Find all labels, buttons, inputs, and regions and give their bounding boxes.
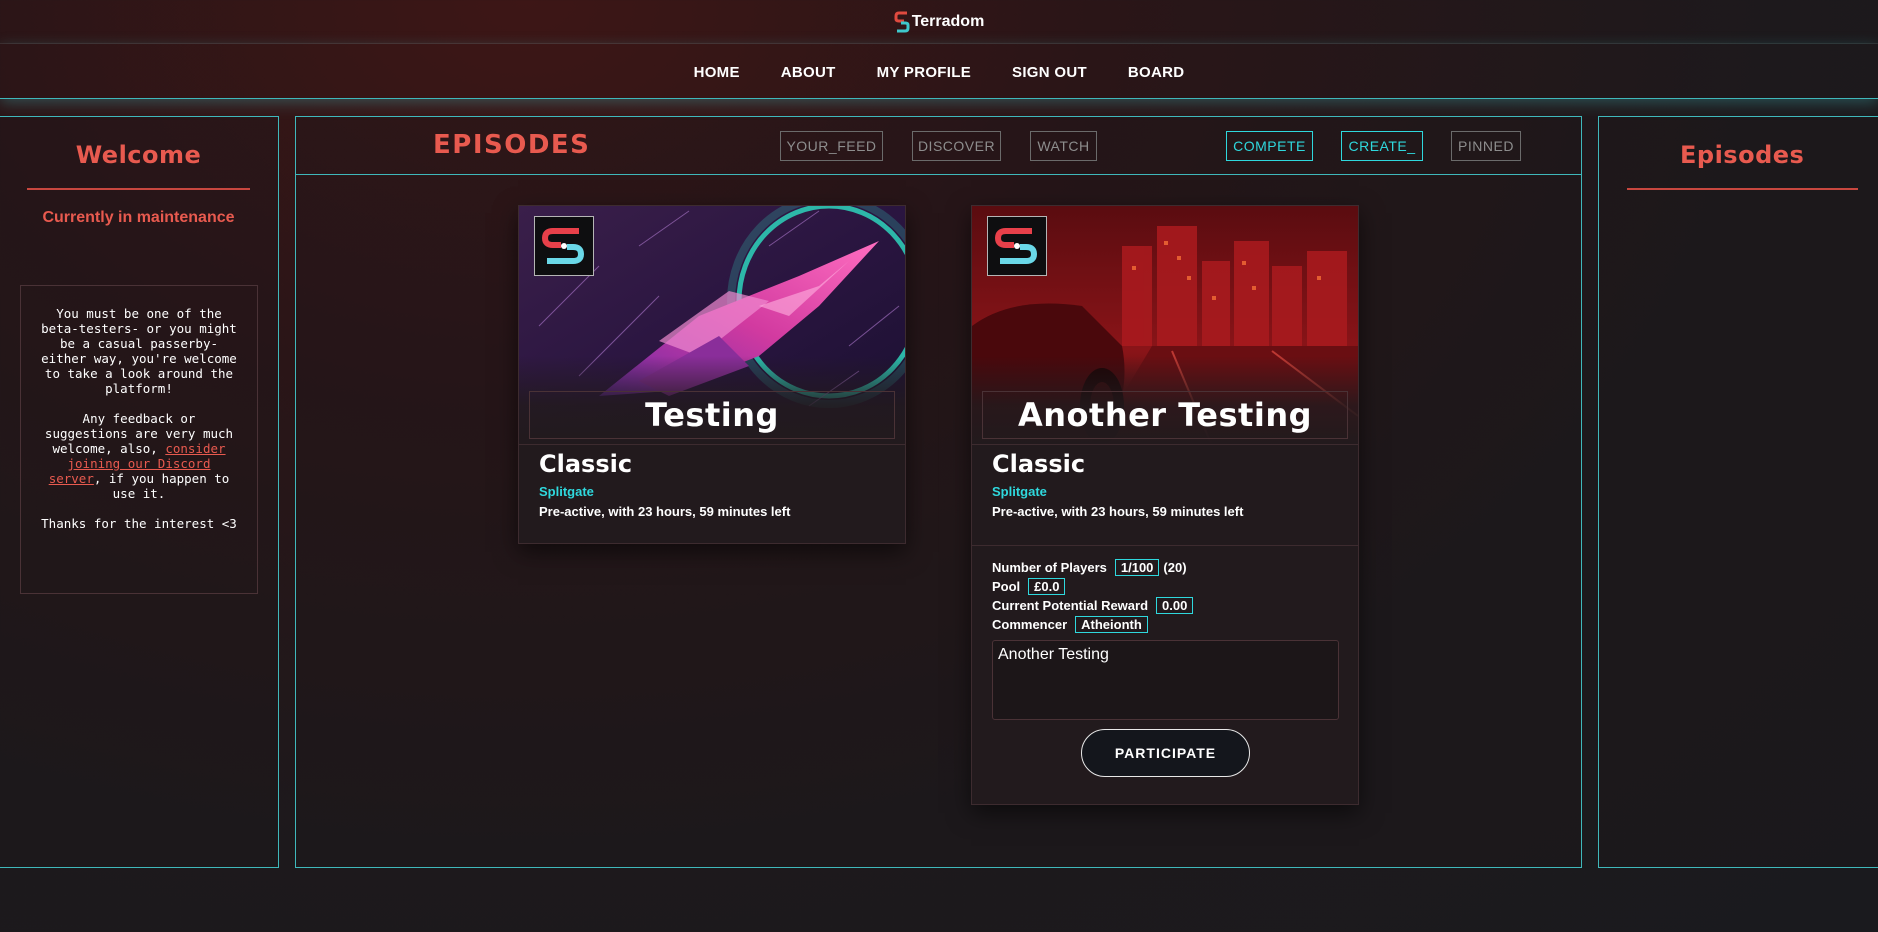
episode-description: Another Testing	[992, 640, 1339, 720]
episodes-side-panel: Episodes	[1598, 116, 1878, 868]
main-nav: HOME ABOUT MY PROFILE SIGN OUT BOARD	[0, 44, 1878, 99]
nav-home[interactable]: HOME	[694, 64, 740, 81]
players-row: Number of Players 1/100 (20)	[992, 558, 1342, 577]
card-divider	[519, 444, 905, 445]
pool-value: £0.0	[1028, 578, 1066, 595]
splitgate-logo-icon	[987, 216, 1047, 276]
brand-name: Terradom	[911, 12, 985, 30]
welcome-divider	[27, 188, 250, 190]
episodes-header: EPISODES YOUR_FEED DISCOVER WATCH COMPET…	[296, 117, 1581, 175]
tab-create[interactable]: CREATE_	[1341, 131, 1423, 161]
participate-button[interactable]: PARTICIPATE	[1081, 729, 1250, 777]
commencer-value[interactable]: Atheionth	[1075, 616, 1148, 633]
nav-my-profile[interactable]: MY PROFILE	[877, 64, 971, 81]
tab-watch[interactable]: WATCH	[1030, 131, 1097, 161]
card-divider	[972, 545, 1358, 546]
welcome-info-box: You must be one of the beta-testers- or …	[20, 285, 258, 594]
episode-mode: Classic	[539, 450, 633, 478]
welcome-paragraph: You must be one of the beta-testers- or …	[41, 306, 237, 396]
players-value: 1/100	[1114, 559, 1160, 576]
episode-card[interactable]: Testing Classic Splitgate Pre-active, wi…	[518, 205, 906, 544]
reward-value: 0.00	[1156, 597, 1194, 614]
tab-discover[interactable]: DISCOVER	[912, 131, 1001, 161]
episodes-side-title: Episodes	[1680, 141, 1805, 169]
nav-about[interactable]: ABOUT	[781, 64, 836, 81]
feedback-text-end: , if you happen to use it.	[93, 471, 230, 501]
pool-label: Pool	[992, 579, 1021, 594]
episodes-side-divider	[1627, 188, 1858, 190]
episode-name: Testing	[529, 391, 895, 439]
nav-sign-out[interactable]: SIGN OUT	[1012, 64, 1087, 81]
episode-name: Another Testing	[982, 391, 1348, 439]
tab-your-feed[interactable]: YOUR_FEED	[780, 131, 883, 161]
players-extra: (20)	[1163, 560, 1187, 575]
commencer-label: Commencer	[992, 617, 1068, 632]
reward-row: Current Potential Reward 0.00	[992, 596, 1342, 615]
episode-game[interactable]: Splitgate	[992, 484, 1047, 499]
nav-board[interactable]: BOARD	[1128, 64, 1185, 81]
thanks-paragraph: Thanks for the interest <3	[41, 516, 237, 531]
pool-row: Pool £0.0	[992, 577, 1342, 596]
episode-status: Pre-active, with 23 hours, 59 minutes le…	[992, 504, 1244, 519]
brand-logo-link[interactable]: Terradom	[894, 11, 985, 33]
episode-stats: Number of Players 1/100 (20) Pool £0.0 C…	[992, 558, 1342, 634]
episode-mode: Classic	[992, 450, 1086, 478]
tab-pinned[interactable]: PINNED	[1451, 131, 1521, 161]
players-label: Number of Players	[992, 560, 1107, 575]
reward-label: Current Potential Reward	[992, 598, 1149, 613]
welcome-panel: Welcome Currently in maintenance You mus…	[0, 116, 279, 868]
brand-bar: Terradom	[0, 0, 1878, 44]
episode-card[interactable]: Another Testing Classic Splitgate Pre-ac…	[971, 205, 1359, 805]
episode-game[interactable]: Splitgate	[539, 484, 594, 499]
card-divider	[972, 444, 1358, 445]
welcome-title: Welcome	[75, 141, 202, 169]
tab-compete[interactable]: COMPETE	[1226, 131, 1313, 161]
episode-cover-image: Another Testing	[972, 206, 1358, 446]
terradom-logo-icon	[894, 11, 910, 32]
maintenance-notice: Currently in maintenance	[42, 209, 235, 226]
episodes-main-panel: EPISODES YOUR_FEED DISCOVER WATCH COMPET…	[295, 116, 1582, 868]
feedback-paragraph: Any feedback or suggestions are very muc…	[39, 411, 239, 501]
episode-cover-image: Testing	[519, 206, 905, 446]
commencer-row: Commencer Atheionth	[992, 615, 1342, 634]
episode-status: Pre-active, with 23 hours, 59 minutes le…	[539, 504, 791, 519]
page-title: EPISODES	[433, 130, 591, 160]
splitgate-logo-icon	[534, 216, 594, 276]
